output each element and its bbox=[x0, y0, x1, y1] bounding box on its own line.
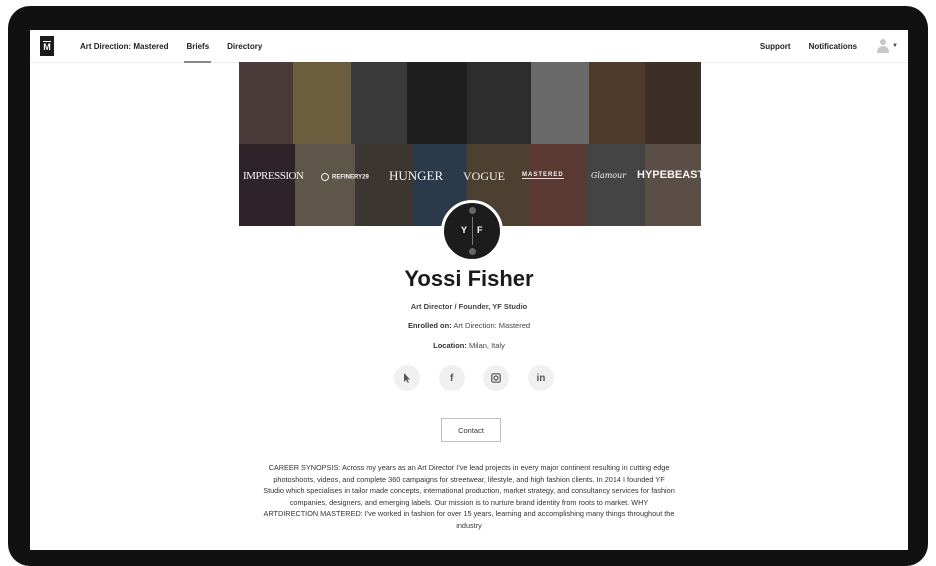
facebook-icon[interactable]: f bbox=[438, 365, 465, 391]
banner-tile bbox=[239, 62, 293, 144]
refinery29-icon bbox=[321, 173, 329, 181]
linkedin-icon[interactable]: in bbox=[527, 365, 554, 391]
brand-hypebeast: HYPEBEAST bbox=[637, 169, 701, 181]
top-nav: M Art Direction: Mastered Briefs Directo… bbox=[30, 30, 908, 63]
nav-support[interactable]: Support bbox=[760, 30, 791, 62]
instagram-icon[interactable] bbox=[483, 365, 510, 391]
brand-glamour: Glamour bbox=[591, 171, 627, 180]
cursor-icon[interactable] bbox=[394, 365, 420, 391]
nav-notifications[interactable]: Notifications bbox=[809, 30, 857, 62]
profile-name: Yossi Fisher bbox=[404, 266, 534, 291]
user-avatar-icon[interactable] bbox=[877, 39, 890, 53]
banner-tile bbox=[239, 144, 295, 226]
banner-tile bbox=[355, 144, 413, 226]
banner-tile bbox=[295, 144, 355, 226]
profile-role: Art Director / Founder, YF Studio bbox=[410, 302, 528, 311]
banner-tile bbox=[587, 144, 645, 226]
brand-mastered: MASTERED bbox=[522, 172, 564, 179]
nav-briefs[interactable]: Briefs bbox=[184, 30, 211, 63]
banner-tile bbox=[407, 62, 467, 144]
banner-tile bbox=[589, 62, 645, 144]
brand-impression: IMPRESSION bbox=[243, 170, 304, 182]
brand-vogue: VOGUE bbox=[463, 169, 505, 183]
career-bio: CAREER SYNOPSIS: Across my years as an A… bbox=[263, 463, 675, 530]
nav-directory[interactable]: Directory bbox=[227, 30, 262, 62]
profile-enrolled: Enrolled on: Art Direction: Mastered bbox=[407, 321, 531, 330]
banner-tile bbox=[293, 62, 351, 144]
nav-art-direction-mastered[interactable]: Art Direction: Mastered bbox=[80, 30, 168, 62]
chevron-down-icon[interactable]: ▼ bbox=[892, 43, 898, 49]
brand-refinery29: REFINERY29 bbox=[321, 173, 369, 181]
social-links: f in bbox=[394, 365, 554, 391]
banner-tile bbox=[645, 144, 701, 226]
banner-tile bbox=[529, 144, 587, 226]
logo[interactable]: M bbox=[40, 36, 54, 56]
banner-tile bbox=[531, 62, 589, 144]
banner-tile bbox=[645, 62, 701, 144]
profile-location: Location: Milan, Italy bbox=[433, 341, 505, 350]
banner-tile bbox=[467, 62, 531, 144]
banner-tile bbox=[351, 62, 407, 144]
nav-right: Support Notifications ▼ bbox=[742, 30, 908, 62]
profile-avatar: Y F bbox=[441, 200, 503, 262]
screen: M Art Direction: Mastered Briefs Directo… bbox=[30, 30, 908, 550]
contact-button[interactable]: Contact bbox=[441, 418, 501, 442]
brand-hunger: HUNGER bbox=[389, 168, 444, 183]
